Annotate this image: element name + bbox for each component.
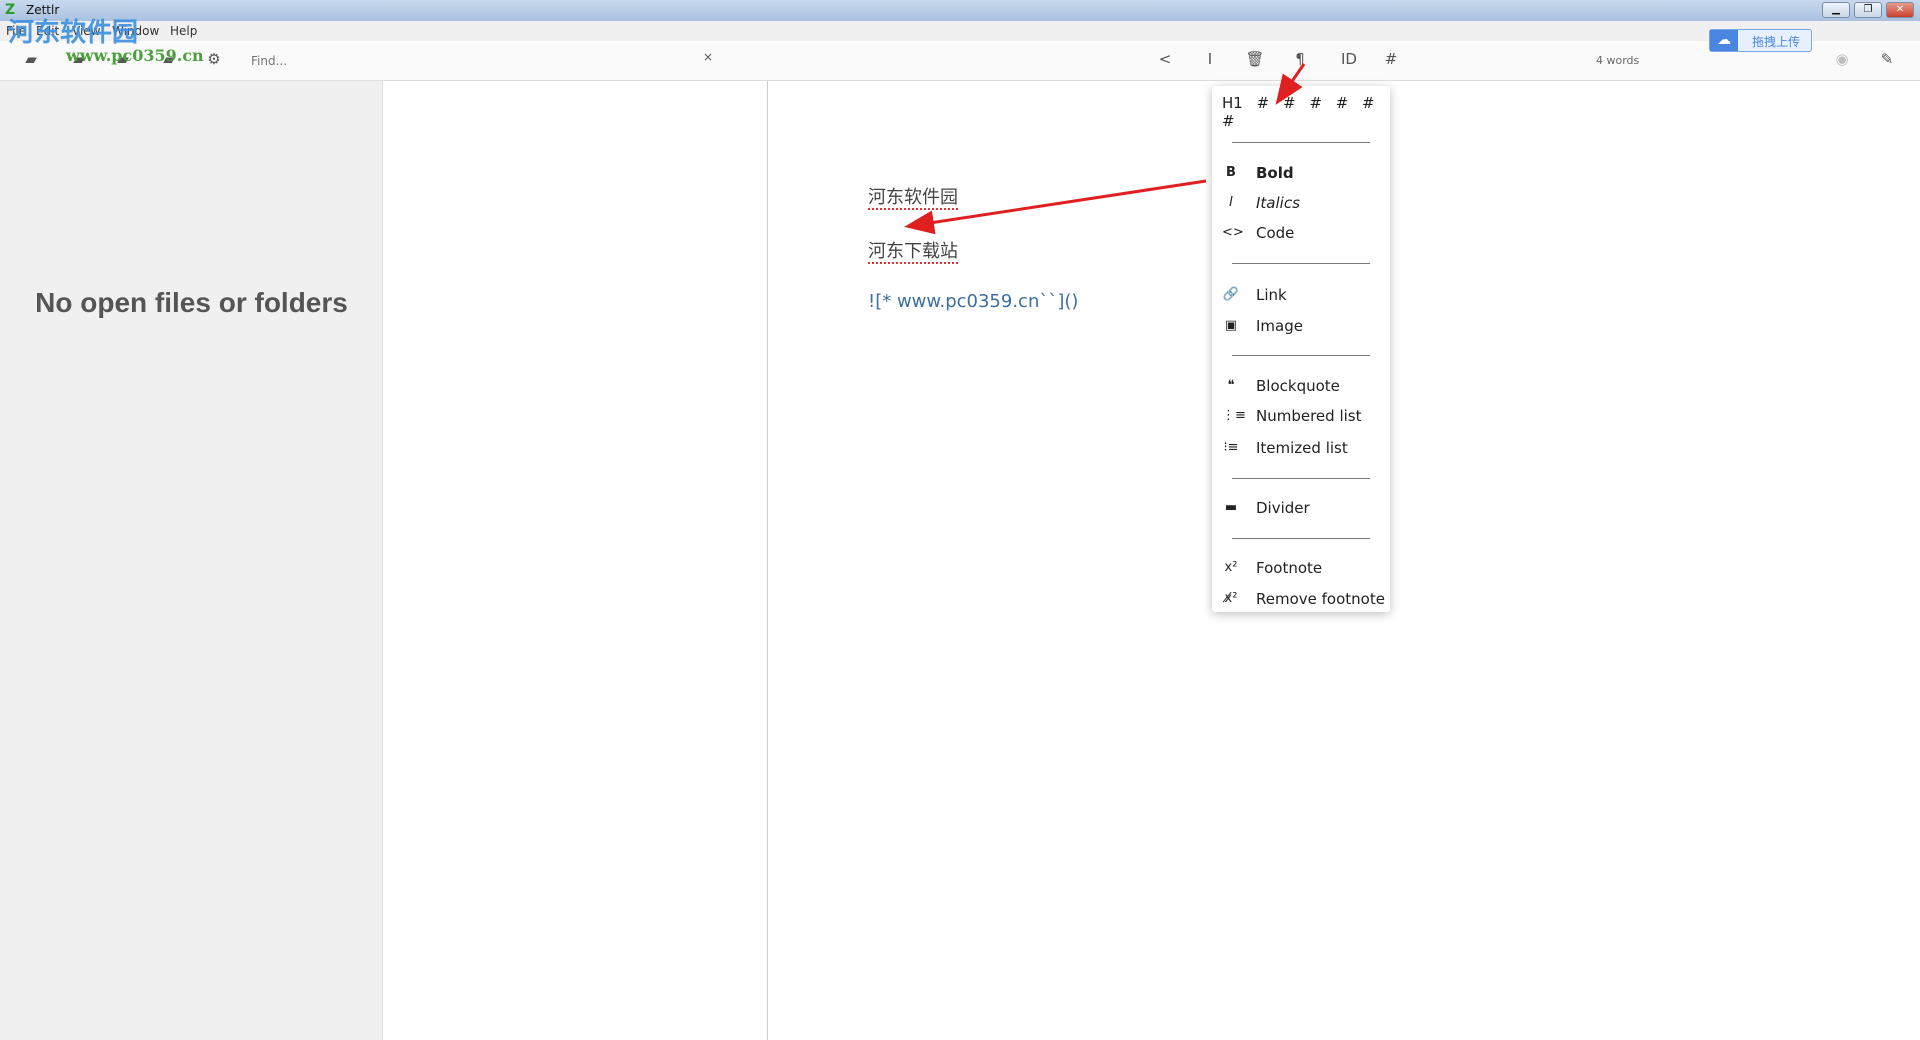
remove-footnote-icon: x̸² xyxy=(1224,591,1238,606)
divider xyxy=(1232,538,1370,539)
menu-item-bold[interactable]: B Bold xyxy=(1212,159,1390,187)
image-icon: ▣ xyxy=(1224,318,1238,333)
trash-icon[interactable]: 🗑 xyxy=(1244,50,1266,68)
watermark: 河东软件园 xyxy=(8,18,139,48)
menu-item-blockquote[interactable]: ❝ Blockquote xyxy=(1212,372,1390,400)
menu-item-remove-footnote[interactable]: x̸² Remove footnote xyxy=(1212,585,1390,613)
id-icon[interactable]: ID xyxy=(1335,50,1363,68)
cloud-icon: ☁ xyxy=(1710,30,1738,51)
quote-icon: ❝ xyxy=(1227,378,1235,393)
minimize-button[interactable]: ▁ xyxy=(1822,2,1850,18)
link-icon: 🔗 xyxy=(1222,287,1240,302)
baidu-upload-button[interactable]: ☁ 拖拽上传 xyxy=(1709,29,1812,52)
heading-h1[interactable]: H1 xyxy=(1222,94,1243,112)
hashtag-icon[interactable]: # xyxy=(1380,50,1402,68)
settings-gear-icon[interactable]: ⚙ xyxy=(203,50,225,68)
context-menu: H1 # # # # # # B Bold I Italics <> Code 🔗 Li… xyxy=(1212,86,1390,612)
word-count: 4 words xyxy=(1596,54,1640,67)
divider xyxy=(1232,263,1370,264)
close-button[interactable]: ✕ xyxy=(1886,2,1914,18)
toolbar: ▰ ▰ ▰ ▰ ⚙ × < I 🗑 ¶ ID # 4 words ◉ ✎ xyxy=(0,41,1920,81)
footnote-icon: x² xyxy=(1224,560,1238,575)
heading-2[interactable]: # xyxy=(1283,94,1296,112)
menu-item-link[interactable]: 🔗 Link xyxy=(1212,281,1390,309)
heading-4[interactable]: # xyxy=(1336,94,1349,112)
heading-3[interactable]: # xyxy=(1309,94,1322,112)
menu-item-code[interactable]: <> Code xyxy=(1212,219,1390,247)
menu-bar: File Edit View Window Help xyxy=(0,21,1920,41)
italic-icon: I xyxy=(1229,195,1233,210)
editor-line[interactable]: 河东软件园 xyxy=(868,187,958,210)
menu-item-image[interactable]: ▣ Image xyxy=(1212,312,1390,340)
heading-6[interactable]: # xyxy=(1222,112,1235,130)
find-input[interactable] xyxy=(245,49,715,73)
restore-button[interactable]: ❐ xyxy=(1854,2,1882,18)
title-bar: Z Zettlr ▁ ❐ ✕ xyxy=(0,0,1920,21)
paragraph-icon[interactable]: ¶ xyxy=(1289,50,1311,68)
bold-icon: B xyxy=(1226,165,1236,180)
empty-message: No open files or folders xyxy=(35,287,348,318)
menu-item-itemized-list[interactable]: ⁝≡ Itemized list xyxy=(1212,434,1390,462)
editor-line[interactable]: 河东下载站 xyxy=(868,241,958,264)
heading-1[interactable]: # xyxy=(1257,94,1270,112)
file-list xyxy=(383,81,768,1040)
text-cursor-icon[interactable]: I xyxy=(1199,50,1221,68)
code-icon: <> xyxy=(1222,225,1244,240)
menu-item-footnote[interactable]: x² Footnote xyxy=(1212,554,1390,582)
pen-icon[interactable]: ✎ xyxy=(1876,50,1898,68)
menu-item-italics[interactable]: I Italics xyxy=(1212,189,1390,217)
menu-item-divider[interactable]: ▬ Divider xyxy=(1212,494,1390,522)
numbered-list-icon: ⋮≡ xyxy=(1222,408,1246,423)
share-icon[interactable]: < xyxy=(1154,50,1176,68)
divider xyxy=(1232,355,1370,356)
itemized-list-icon: ⁝≡ xyxy=(1223,440,1239,455)
sidebar: No open files or folders xyxy=(0,81,383,1040)
heading-row: H1 # # # # # # xyxy=(1222,94,1390,130)
pomodoro-icon[interactable]: ◉ xyxy=(1831,50,1853,68)
menu-item-numbered-list[interactable]: ⋮≡ Numbered list xyxy=(1212,402,1390,430)
divider-icon: ▬ xyxy=(1224,500,1238,515)
divider xyxy=(1232,478,1370,479)
menu-help[interactable]: Help xyxy=(170,24,197,38)
watermark-url: www.pc0359.cn xyxy=(66,46,204,65)
divider xyxy=(1232,142,1370,143)
heading-5[interactable]: # xyxy=(1362,94,1375,112)
clear-find-button[interactable]: × xyxy=(697,50,719,64)
open-folder-icon[interactable]: ▰ xyxy=(20,50,42,68)
editor-line[interactable]: ![* www.pc0359.cn``]() xyxy=(868,291,1078,312)
